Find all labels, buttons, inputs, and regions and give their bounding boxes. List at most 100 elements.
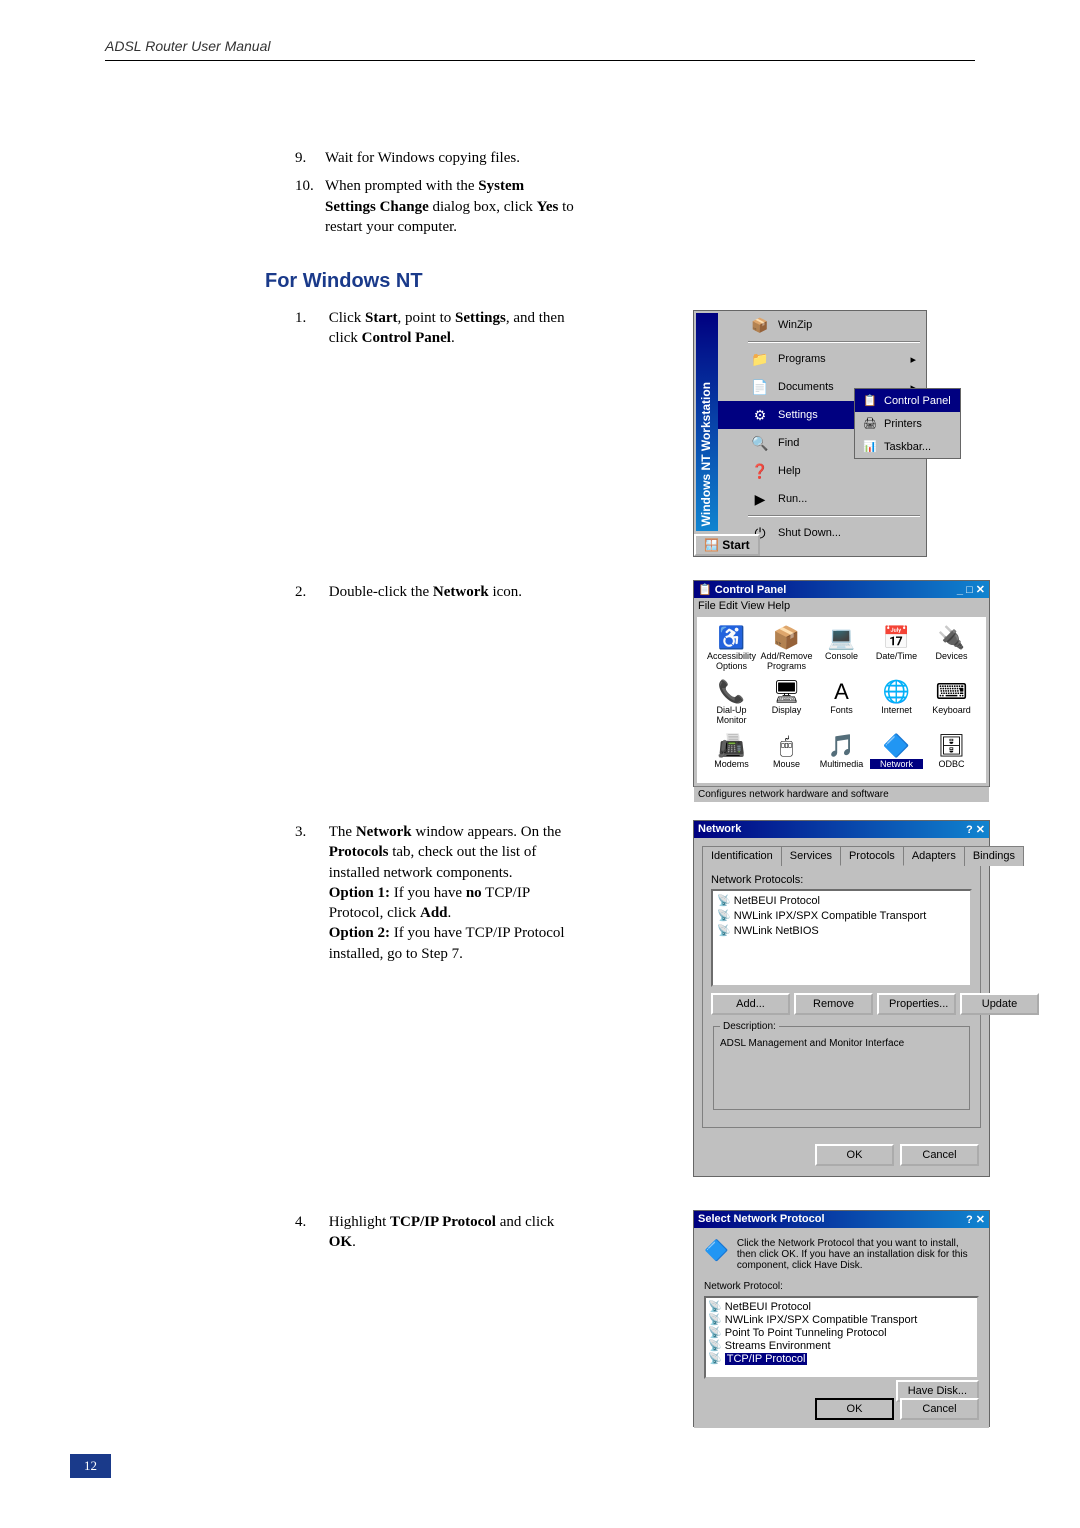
cp-item-multimedia[interactable]: 🎵Multimedia bbox=[815, 733, 868, 775]
cp-item-keyboard[interactable]: ⌨Keyboard bbox=[925, 679, 978, 731]
submenu-control-panel[interactable]: 📋Control Panel bbox=[855, 389, 960, 412]
cp-item-fonts[interactable]: AFonts bbox=[815, 679, 868, 731]
settings-submenu: 📋Control Panel 🖨Printers 📊Taskbar... bbox=[854, 388, 961, 459]
cp-item-icon: 💻 bbox=[815, 625, 868, 651]
net-titlebar: Network? ✕ bbox=[694, 821, 989, 838]
list-item[interactable]: 📡 NWLink IPX/SPX Compatible Transport bbox=[708, 1313, 975, 1326]
cancel-button[interactable]: Cancel bbox=[900, 1398, 979, 1420]
cp-item-icon: 📞 bbox=[705, 679, 758, 705]
step-4: 4. Highlight TCP/IP Protocol and click O… bbox=[295, 1212, 585, 1253]
list-item[interactable]: 📡 Streams Environment bbox=[708, 1339, 975, 1352]
cp-item-icon: 🌐 bbox=[870, 679, 923, 705]
find-icon: 🔍 bbox=[750, 434, 770, 452]
cp-item-network[interactable]: 🔷Network bbox=[870, 733, 923, 775]
snp-titlebar: Select Network Protocol? ✕ bbox=[694, 1211, 989, 1228]
cp-item-icon: 📅 bbox=[870, 625, 923, 651]
list-item[interactable]: 📡 NWLink IPX/SPX Compatible Transport bbox=[715, 908, 968, 923]
submenu-taskbar[interactable]: 📊Taskbar... bbox=[855, 435, 960, 458]
cp-item-icon: ♿ bbox=[705, 625, 758, 651]
cp-item-icon: ⌨ bbox=[925, 679, 978, 705]
start-button[interactable]: 🪟 Start bbox=[694, 534, 760, 556]
taskbar-icon: 📊 bbox=[863, 440, 879, 453]
cp-item-devices[interactable]: 🔌Devices bbox=[925, 625, 978, 677]
sm-run[interactable]: ▶Run... bbox=[718, 485, 926, 513]
window-controls[interactable]: _ □ ✕ bbox=[957, 583, 985, 596]
update-button[interactable]: Update bbox=[960, 993, 1039, 1015]
settings-icon: ⚙ bbox=[750, 406, 770, 424]
cp-statusbar: Configures network hardware and software bbox=[694, 786, 989, 802]
cp-item-icon: A bbox=[815, 679, 868, 705]
cancel-button[interactable]: Cancel bbox=[900, 1144, 979, 1166]
snp-label: Network Protocol: bbox=[704, 1281, 979, 1292]
step-1: 1. Click Start, point to Settings, and t… bbox=[295, 308, 585, 349]
screenshot-control-panel: 📋 Control Panel_ □ ✕ File Edit View Help… bbox=[693, 580, 990, 787]
snp-protocol-list[interactable]: 📡 NetBEUI Protocol📡 NWLink IPX/SPX Compa… bbox=[704, 1296, 979, 1379]
cp-item-console[interactable]: 💻Console bbox=[815, 625, 868, 677]
list-item[interactable]: 📡 TCP/IP Protocol bbox=[708, 1352, 975, 1365]
properties-button[interactable]: Properties... bbox=[877, 993, 956, 1015]
cp-item-date-time[interactable]: 📅Date/Time bbox=[870, 625, 923, 677]
protocols-label: Network Protocols: bbox=[711, 874, 972, 886]
cp-item-mouse[interactable]: 🖱Mouse bbox=[760, 733, 813, 775]
cp-item-icon: 🔌 bbox=[925, 625, 978, 651]
run-icon: ▶ bbox=[750, 490, 770, 508]
tab-protocols[interactable]: Protocols bbox=[840, 846, 904, 866]
step-2: 2. Double-click the Network icon. bbox=[295, 582, 585, 602]
cp-item-add-remove-programs[interactable]: 📦Add/Remove Programs bbox=[760, 625, 813, 677]
screenshot-network-dialog: Network? ✕ IdentificationServicesProtoco… bbox=[693, 820, 990, 1177]
add-button[interactable]: Add... bbox=[711, 993, 790, 1015]
page-number: 12 bbox=[70, 1454, 111, 1478]
cp-item-icon: 📦 bbox=[760, 625, 813, 651]
sm-winzip[interactable]: 📦WinZip bbox=[718, 311, 926, 339]
winzip-icon: 📦 bbox=[750, 316, 770, 334]
remove-button[interactable]: Remove bbox=[794, 993, 873, 1015]
tab-adapters[interactable]: Adapters bbox=[903, 846, 965, 866]
sm-help[interactable]: ❓Help bbox=[718, 457, 926, 485]
list-item[interactable]: 📡 Point To Point Tunneling Protocol bbox=[708, 1326, 975, 1339]
snp-message: Click the Network Protocol that you want… bbox=[737, 1238, 979, 1271]
description-box: Description: ADSL Management and Monitor… bbox=[713, 1021, 970, 1110]
cp-item-internet[interactable]: 🌐Internet bbox=[870, 679, 923, 731]
cp-item-display[interactable]: 🖥Display bbox=[760, 679, 813, 731]
protocol-icon: 🔷 bbox=[704, 1238, 729, 1271]
section-heading: For Windows NT bbox=[265, 270, 423, 293]
protocols-list[interactable]: 📡 NetBEUI Protocol📡 NWLink IPX/SPX Compa… bbox=[711, 889, 972, 987]
step-10: 10. When prompted with the System Settin… bbox=[295, 176, 575, 237]
tab-services[interactable]: Services bbox=[781, 846, 841, 866]
ok-button[interactable]: OK bbox=[815, 1398, 894, 1420]
programs-icon: 📁 bbox=[750, 350, 770, 368]
cp-item-icon: 🎵 bbox=[815, 733, 868, 759]
documents-icon: 📄 bbox=[750, 378, 770, 396]
list-item[interactable]: 📡 NetBEUI Protocol bbox=[708, 1300, 975, 1313]
cp-menubar[interactable]: File Edit View Help bbox=[694, 598, 989, 614]
printers-icon: 🖨 bbox=[863, 417, 879, 430]
help-close-icons[interactable]: ? ✕ bbox=[966, 1213, 985, 1226]
cp-titlebar: 📋 Control Panel_ □ ✕ bbox=[694, 581, 989, 598]
cp-item-icon: 🖥 bbox=[760, 679, 813, 705]
sm-programs[interactable]: 📁Programs▸ bbox=[718, 345, 926, 373]
step-9: 9. Wait for Windows copying files. bbox=[295, 148, 575, 168]
tab-bindings[interactable]: Bindings bbox=[964, 846, 1024, 866]
list-item[interactable]: 📡 NetBEUI Protocol bbox=[715, 893, 968, 908]
cp-item-icon: 📠 bbox=[705, 733, 758, 759]
cp-item-dial-up-monitor[interactable]: 📞Dial-Up Monitor bbox=[705, 679, 758, 731]
screenshot-start-menu: Windows NT Workstation 📦WinZip 📁Programs… bbox=[693, 310, 927, 557]
tab-identification[interactable]: Identification bbox=[702, 846, 782, 866]
page-header: ADSL Router User Manual bbox=[105, 38, 270, 54]
list-item[interactable]: 📡 NWLink NetBIOS bbox=[715, 923, 968, 938]
help-close-icons[interactable]: ? ✕ bbox=[966, 823, 985, 836]
screenshot-select-protocol: Select Network Protocol? ✕ 🔷 Click the N… bbox=[693, 1210, 990, 1427]
submenu-printers[interactable]: 🖨Printers bbox=[855, 412, 960, 435]
header-rule bbox=[105, 60, 975, 61]
start-menu-banner: Windows NT Workstation bbox=[699, 382, 713, 526]
cp-item-icon: 🖱 bbox=[760, 733, 813, 759]
cp-item-icon: 🗄 bbox=[925, 733, 978, 759]
cp-item-modems[interactable]: 📠Modems bbox=[705, 733, 758, 775]
step-3: 3. The Network window appears. On the Pr… bbox=[295, 822, 585, 964]
help-icon: ❓ bbox=[750, 462, 770, 480]
cp-item-icon: 🔷 bbox=[870, 733, 923, 759]
cp-item-odbc[interactable]: 🗄ODBC bbox=[925, 733, 978, 775]
cp-item-accessibility-options[interactable]: ♿Accessibility Options bbox=[705, 625, 758, 677]
ok-button[interactable]: OK bbox=[815, 1144, 894, 1166]
cp-icon: 📋 bbox=[863, 394, 879, 407]
